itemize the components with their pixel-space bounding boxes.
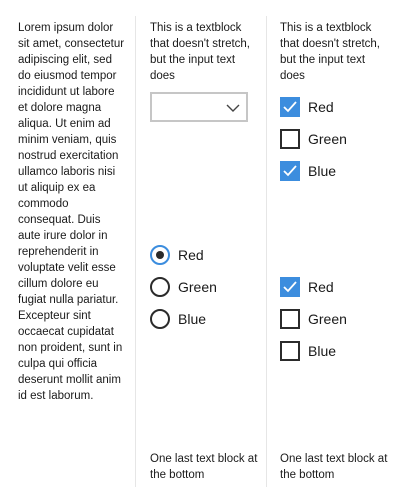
- textblock-intro-col3: This is a textblock that doesn't stretch…: [280, 22, 381, 82]
- radio-green[interactable]: Green: [150, 275, 217, 299]
- textblock-intro-col2: This is a textblock that doesn't stretch…: [150, 22, 251, 82]
- checkbox-blue-top[interactable]: Blue: [280, 159, 336, 183]
- combo-box[interactable]: [150, 92, 248, 122]
- checkbox-label: Green: [308, 131, 347, 147]
- checkbox-label: Green: [308, 311, 347, 327]
- checkbox-blue-bottom[interactable]: Blue: [280, 339, 336, 363]
- radio-label: Red: [178, 247, 204, 263]
- checkbox-red-bottom[interactable]: Red: [280, 275, 334, 299]
- radio-selected-icon: [150, 245, 170, 265]
- checkbox-unchecked-icon: [280, 309, 300, 329]
- checkbox-green-top[interactable]: Green: [280, 127, 347, 151]
- radio-label: Blue: [178, 311, 207, 327]
- footer-text-col3: One last text block at the bottom: [280, 453, 388, 481]
- checkbox-label: Red: [308, 99, 334, 115]
- radio-label: Green: [178, 279, 217, 295]
- chevron-down-icon: [226, 101, 240, 113]
- checkbox-checked-icon: [280, 97, 300, 117]
- lorem-text-block: Lorem ipsum dolor sit amet, consectetur …: [18, 22, 125, 402]
- checkbox-label: Blue: [308, 163, 337, 179]
- checkbox-green-bottom[interactable]: Green: [280, 307, 347, 331]
- radio-red[interactable]: Red: [150, 243, 204, 267]
- footer-text-col2: One last text block at the bottom: [150, 453, 258, 481]
- column-divider-1: [135, 16, 136, 487]
- checkbox-label: Red: [308, 279, 334, 295]
- checkbox-unchecked-icon: [280, 129, 300, 149]
- checkbox-unchecked-icon: [280, 341, 300, 361]
- column-divider-2: [266, 16, 267, 487]
- checkbox-label: Blue: [308, 343, 337, 359]
- radio-unselected-icon: [150, 309, 170, 329]
- checkbox-checked-icon: [280, 161, 300, 181]
- checkbox-red-top[interactable]: Red: [280, 95, 334, 119]
- radio-unselected-icon: [150, 277, 170, 297]
- checkbox-checked-icon: [280, 277, 300, 297]
- radio-blue[interactable]: Blue: [150, 307, 206, 331]
